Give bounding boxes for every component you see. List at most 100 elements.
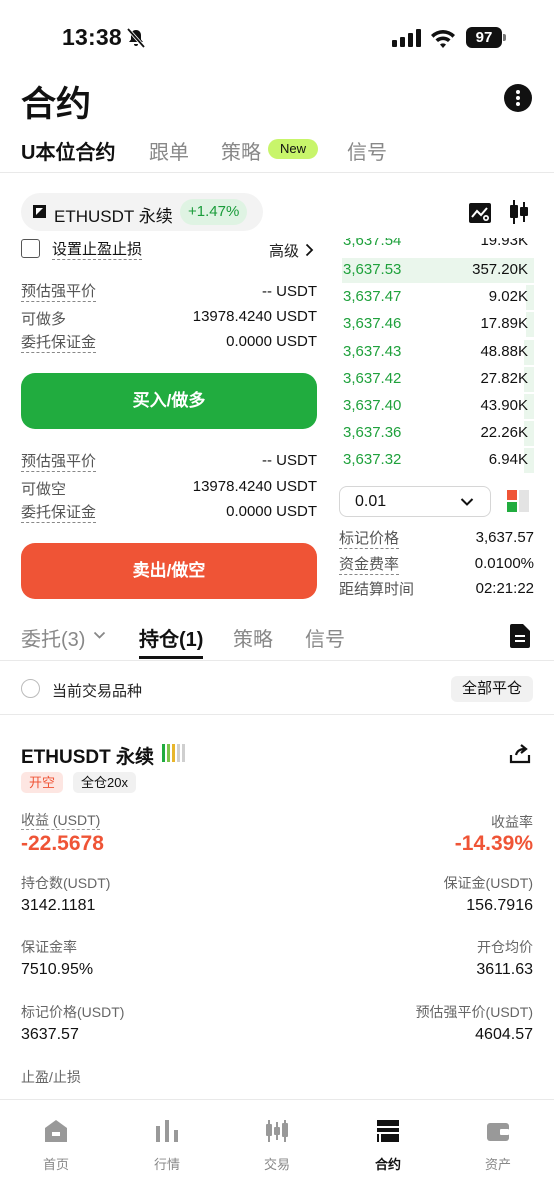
short-margin-label: 委托保证金 [21, 504, 97, 523]
wifi-icon [431, 30, 455, 48]
tab-copy-trading[interactable]: 跟单 [149, 136, 189, 165]
entry-price-value: 3611.63 [476, 961, 533, 978]
divider [0, 714, 554, 715]
nav-futures-label: 合约 [374, 1157, 401, 1172]
divider [0, 660, 554, 661]
position-side-tag: 开空 [21, 772, 64, 793]
more-dot-icon [516, 102, 520, 106]
tab-usdt-futures[interactable]: U本位合约 [21, 136, 115, 165]
more-dot-icon [516, 96, 520, 100]
tab-open-orders[interactable]: 委托(3) [21, 623, 85, 652]
orderbook-row[interactable]: 3,637.47 9.02K [338, 284, 534, 311]
sell-short-button[interactable]: 卖出/做空 [21, 543, 317, 599]
new-badge: New [268, 139, 318, 159]
orderbook-qty: 6.94K [488, 451, 528, 469]
long-available-label: 可做多 [21, 311, 67, 328]
current-pair-radio[interactable] [21, 679, 40, 698]
status-time: 13:38 [62, 24, 122, 50]
orderbook-price: 3,637.42 [343, 369, 402, 387]
chart-settings-icon[interactable] [468, 202, 492, 224]
nav-futures[interactable]: 合约 [348, 1118, 428, 1178]
short-liq-price-label: 预估强平价 [21, 453, 97, 472]
mark-price-value: 3,637.57 [475, 529, 534, 546]
orderbook-qty: 9.02K [488, 288, 528, 306]
position-title: ETHUSDT 永续 [21, 747, 155, 768]
orderbook-qty: 19.93K [480, 238, 528, 249]
position-size-value: 3142.1181 [21, 897, 96, 914]
precision-value: 0.01 [355, 493, 387, 510]
orderbook-price: 3,637.47 [343, 288, 402, 306]
position-mark-price-label: 标记价格(USDT) [21, 1004, 125, 1020]
margin-ratio-value: 7510.95% [21, 961, 94, 978]
long-liq-price-label: 预估强平价 [21, 283, 97, 302]
entry-price-label: 开仓均价 [477, 939, 533, 955]
tab-positions[interactable]: 持仓(1) [139, 623, 203, 652]
short-margin-value: 0.0000 USDT [226, 503, 317, 520]
orderbook-qty: 22.26K [480, 424, 528, 442]
short-available-value: 13978.4240 USDT [192, 478, 317, 495]
cellular-signal-icon [392, 29, 421, 47]
nav-home-label: 首页 [42, 1157, 69, 1172]
nav-assets[interactable]: 资产 [458, 1118, 538, 1178]
orderbook-row[interactable]: 3,637.36 22.26K [338, 420, 534, 447]
buy-long-button[interactable]: 买入/做多 [21, 373, 317, 429]
short-liq-price-value: -- USDT [262, 452, 317, 469]
short-available-label: 可做空 [21, 481, 67, 498]
nav-trade[interactable]: 交易 [237, 1118, 317, 1178]
orderbook-row[interactable]: 3,637.42 27.82K [338, 366, 534, 393]
page-title: 合约 [21, 85, 92, 124]
chevron-down-icon[interactable] [93, 631, 106, 640]
status-bar: 13:38 97 [0, 0, 554, 74]
orderbook-price: 3,637.36 [343, 424, 402, 442]
position-mark-price-value: 3637.57 [21, 1026, 79, 1043]
tpsl-checkbox[interactable] [21, 239, 40, 258]
advanced-link[interactable]: 高级 [269, 240, 299, 261]
depth-view-toggle-icon[interactable] [506, 489, 530, 513]
orderbook-row[interactable]: 3,637.53 357.20K [338, 257, 534, 284]
futures-icon [377, 1120, 399, 1142]
more-options-button[interactable] [504, 84, 532, 112]
home-icon [45, 1120, 67, 1142]
nav-home[interactable]: 首页 [16, 1118, 96, 1178]
pair-name: ETHUSDT 永续 [54, 207, 173, 226]
position-mode-tag: 全仓20x [73, 772, 136, 793]
orderbook-row[interactable]: 3,637.32 6.94K [338, 447, 534, 474]
market-icon [156, 1120, 178, 1142]
orderbook-qty: 17.89K [480, 315, 528, 333]
orderbook-price: 3,637.40 [343, 397, 402, 414]
precision-select[interactable]: 0.01 [339, 486, 491, 517]
chevron-right-icon[interactable] [305, 243, 314, 257]
orderbook-price: 3,637.46 [343, 315, 402, 333]
orderbook-partial-row: 3,637.54 19.93K [338, 238, 534, 252]
bottom-nav: 首页 行情 交易 合约 资产 [0, 1100, 554, 1200]
long-liq-price-value: -- USDT [262, 283, 317, 300]
orderbook-row[interactable]: 3,637.46 17.89K [338, 311, 534, 338]
tab-section-signal[interactable]: 信号 [305, 623, 345, 652]
document-icon[interactable] [510, 624, 530, 648]
settlement-time-label: 距结算时间 [339, 581, 415, 598]
position-liq-price-value: 4604.57 [475, 1026, 533, 1043]
position-liq-price-label: 预估强平价(USDT) [415, 1004, 533, 1020]
bell-muted-icon [126, 27, 146, 49]
close-all-button[interactable]: 全部平仓 [451, 676, 533, 702]
active-tab-underline [139, 656, 203, 659]
long-margin-value: 0.0000 USDT [226, 333, 317, 350]
margin-ratio-label: 保证金率 [21, 939, 77, 955]
share-icon[interactable] [508, 743, 532, 765]
candlestick-icon[interactable] [508, 199, 530, 225]
position-tpsl-label: 止盈/止损 [21, 1069, 81, 1085]
orderbook-price: 3,637.54 [343, 238, 402, 249]
trade-icon [266, 1120, 288, 1142]
roe-value: -14.39% [454, 832, 533, 855]
tpsl-label[interactable]: 设置止盈止损 [52, 240, 143, 260]
pair-selector[interactable]: ETHUSDT 永续 +1.47% [21, 193, 263, 231]
tab-strategy[interactable]: 策略 [221, 136, 261, 165]
nav-market[interactable]: 行情 [127, 1118, 207, 1178]
tab-signal[interactable]: 信号 [347, 136, 387, 165]
tab-section-strategy[interactable]: 策略 [233, 623, 273, 652]
orderbook-row[interactable]: 3,637.43 48.88K [338, 339, 534, 366]
current-pair-label[interactable]: 当前交易品种 [52, 680, 142, 701]
orderbook-row[interactable]: 3,637.40 43.90K [338, 393, 534, 420]
pair-change-badge: +1.47% [180, 199, 248, 225]
pair-logo-icon [33, 205, 46, 218]
